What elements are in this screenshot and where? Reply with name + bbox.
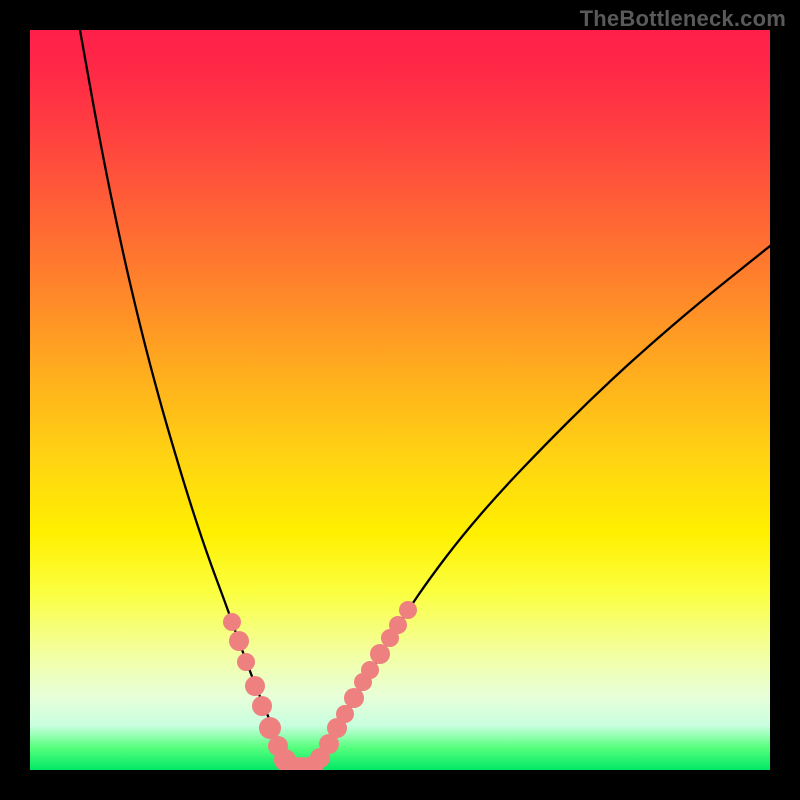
- scatter-dot: [399, 601, 417, 619]
- scatter-dot: [370, 644, 390, 664]
- scatter-dot: [223, 613, 241, 631]
- scatter-dot: [344, 688, 364, 708]
- chart-frame: TheBottleneck.com: [0, 0, 800, 800]
- left-curve: [80, 30, 290, 767]
- scatter-dot: [237, 653, 255, 671]
- curve-layer: [30, 30, 770, 770]
- scatter-dot: [229, 631, 249, 651]
- scatter-dot: [389, 616, 407, 634]
- scatter-dot: [252, 696, 272, 716]
- scatter-dot: [245, 676, 265, 696]
- scatter-dot: [336, 705, 354, 723]
- scatter-dot: [259, 717, 281, 739]
- right-curve: [312, 246, 770, 767]
- scatter-dot: [361, 661, 379, 679]
- scatter-dots: [223, 601, 417, 770]
- watermark-text: TheBottleneck.com: [580, 6, 786, 32]
- plot-area: [30, 30, 770, 770]
